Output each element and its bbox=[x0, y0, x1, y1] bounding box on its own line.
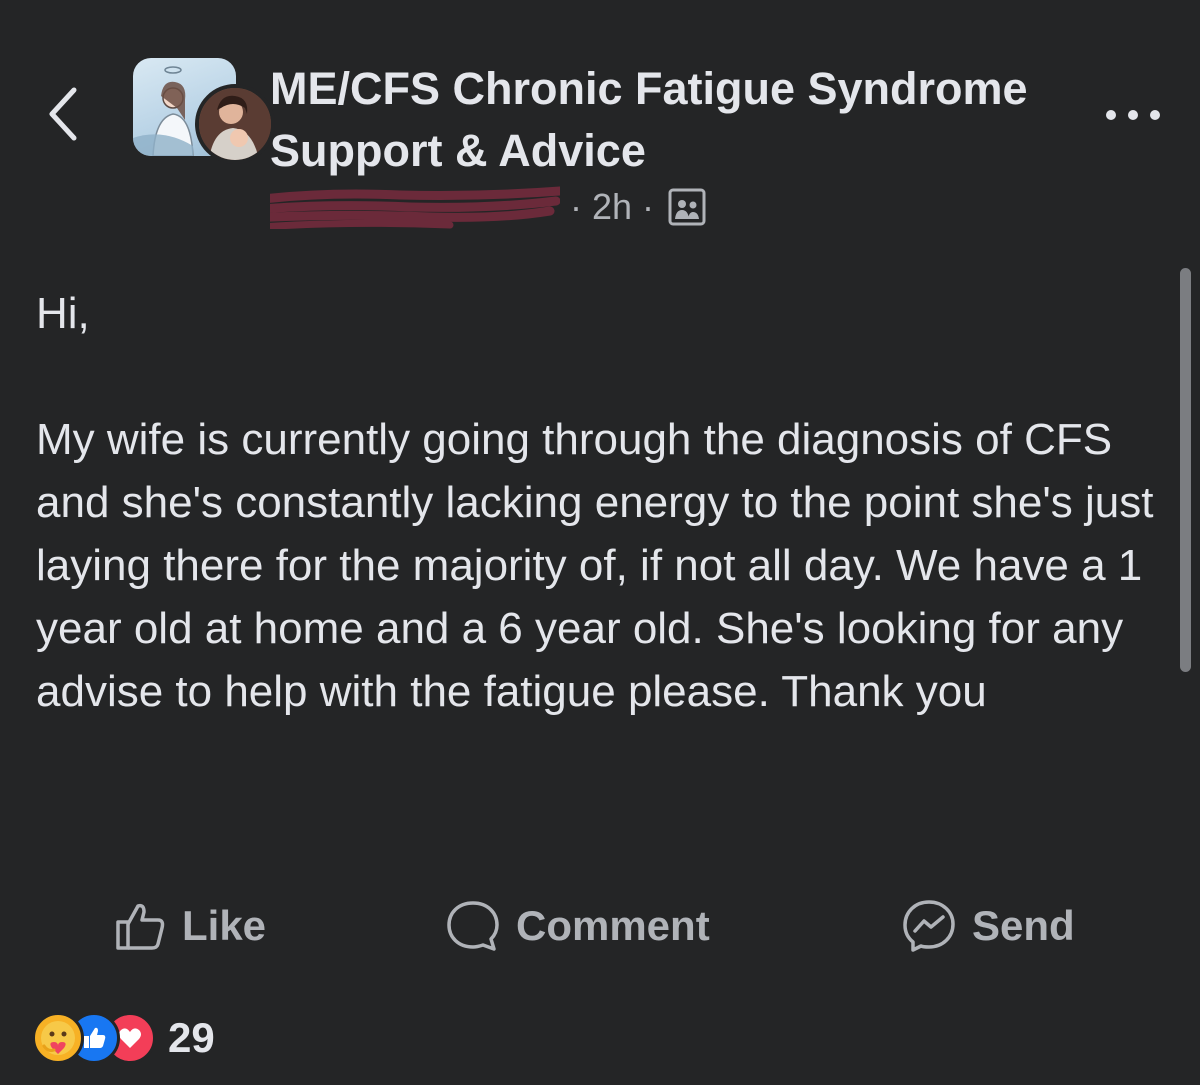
group-members-icon bbox=[668, 188, 706, 226]
meta-separator: · bbox=[642, 186, 655, 227]
post-text: My wife is currently going through the d… bbox=[36, 415, 1154, 716]
group-name[interactable]: ME/CFS Chronic Fatigue Syndrome Support … bbox=[270, 58, 1070, 182]
scrollbar[interactable] bbox=[1180, 268, 1191, 672]
reaction-count: 29 bbox=[168, 1014, 215, 1061]
post-actions: Like Comment Send bbox=[0, 890, 1200, 962]
reactions-summary[interactable]: 29 bbox=[32, 1012, 215, 1064]
user-avatar-photo bbox=[199, 88, 271, 160]
comment-button[interactable]: Comment bbox=[444, 890, 710, 962]
post-body: Hi, My wife is currently going through t… bbox=[36, 282, 1166, 723]
chevron-left-icon bbox=[49, 87, 77, 141]
author-name[interactable] bbox=[270, 185, 560, 229]
more-options-button[interactable] bbox=[1100, 95, 1166, 135]
more-options-icon bbox=[1106, 110, 1160, 120]
meta-separator: · bbox=[570, 186, 582, 227]
back-button[interactable] bbox=[40, 82, 88, 146]
avatar-group bbox=[133, 58, 275, 164]
redaction-scribble bbox=[270, 186, 560, 229]
post-time[interactable]: 2h bbox=[592, 186, 632, 228]
messenger-icon bbox=[903, 900, 955, 952]
send-label: Send bbox=[972, 902, 1075, 949]
comment-label: Comment bbox=[516, 902, 710, 949]
send-button[interactable]: Send bbox=[900, 890, 1075, 962]
user-avatar[interactable] bbox=[195, 84, 275, 164]
care-reaction-icon bbox=[32, 1012, 84, 1064]
comment-icon bbox=[447, 901, 499, 951]
like-label: Like bbox=[182, 902, 267, 949]
post-meta: · 2h · bbox=[270, 184, 706, 230]
post-greeting: Hi, bbox=[36, 289, 90, 338]
thumbs-up-icon bbox=[116, 903, 165, 950]
like-button[interactable]: Like bbox=[112, 890, 266, 962]
